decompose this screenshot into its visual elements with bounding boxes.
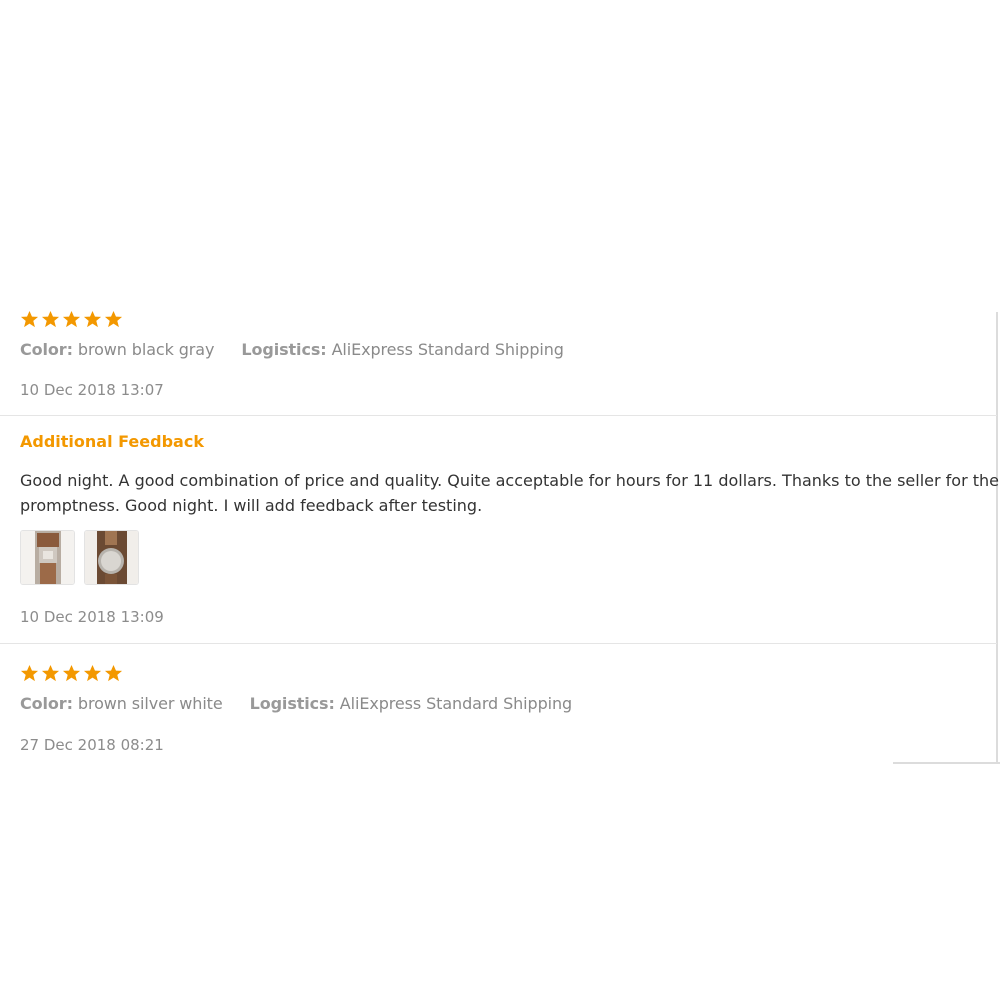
feedback-text-line: Good night. A good combination of price … — [20, 471, 999, 490]
review-date: 27 Dec 2018 08:21 — [20, 736, 164, 754]
logistics-label: Logistics: — [249, 694, 335, 713]
color-value: brown silver white — [77, 694, 223, 713]
star-icon — [20, 664, 39, 682]
additional-feedback-title: Additional Feedback — [20, 432, 204, 451]
watch-photo-icon — [21, 531, 74, 584]
logistics-value: AliExpress Standard Shipping — [331, 340, 564, 359]
additional-feedback-text: Good night. A good combination of price … — [20, 468, 1000, 518]
star-rating — [20, 664, 123, 686]
star-icon — [41, 310, 60, 328]
feedback-text-line: promptness. Good night. I will add feedb… — [20, 496, 483, 515]
review-photo-thumbnail[interactable] — [20, 530, 75, 585]
additional-feedback-date: 10 Dec 2018 13:09 — [20, 608, 164, 626]
divider — [0, 415, 997, 416]
star-icon — [41, 664, 60, 682]
review-meta: Color: brown silver white Logistics: Ali… — [20, 694, 572, 713]
review-item — [20, 310, 123, 332]
star-icon — [20, 310, 39, 328]
color-label: Color: — [20, 340, 73, 359]
watch-photo-icon — [85, 531, 138, 584]
star-icon — [62, 310, 81, 328]
color-value: brown black gray — [77, 340, 215, 359]
panel-right-border — [996, 312, 998, 764]
star-rating — [20, 310, 123, 332]
color-label: Color: — [20, 694, 73, 713]
logistics-label: Logistics: — [241, 340, 327, 359]
panel-bottom-border — [893, 762, 1000, 764]
logistics-value: AliExpress Standard Shipping — [339, 694, 573, 713]
star-icon — [83, 310, 102, 328]
review-date: 10 Dec 2018 13:07 — [20, 381, 164, 399]
star-icon — [104, 310, 123, 328]
review-item — [20, 664, 123, 686]
review-meta: Color: brown black gray Logistics: AliEx… — [20, 340, 564, 359]
review-photo-thumbnail[interactable] — [84, 530, 139, 585]
star-icon — [104, 664, 123, 682]
star-icon — [83, 664, 102, 682]
divider — [0, 643, 997, 644]
star-icon — [62, 664, 81, 682]
